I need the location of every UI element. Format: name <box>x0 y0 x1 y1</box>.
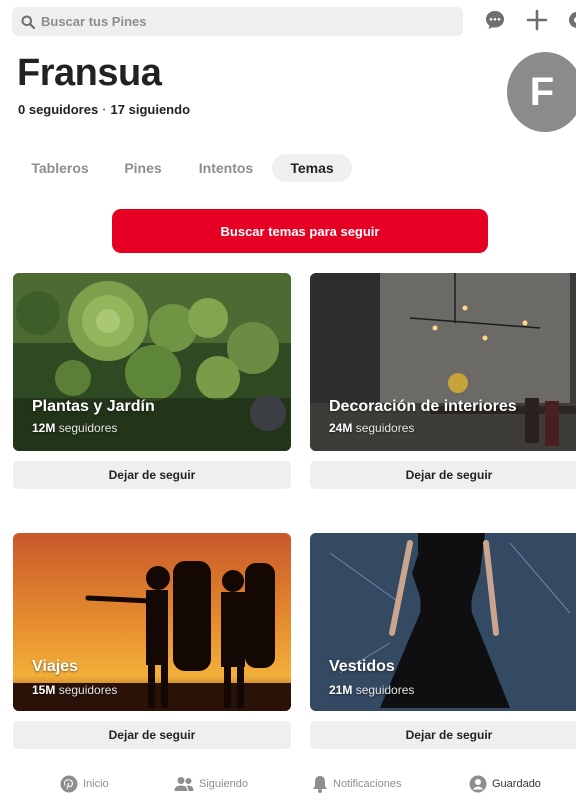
plus-icon[interactable] <box>526 9 548 31</box>
topic-followers: 21M seguidores <box>329 683 414 697</box>
topic-title: Viajes <box>32 658 78 675</box>
topic-title: Decoración de interiores <box>329 398 517 415</box>
follow-stats: 0 seguidores · 17 siguiendo <box>18 102 190 117</box>
unfollow-button-plants[interactable]: Dejar de seguir <box>13 461 291 489</box>
avatar[interactable]: F <box>507 52 576 132</box>
topic-title: Plantas y Jardín <box>32 398 155 415</box>
separator: · <box>102 102 107 117</box>
unfollow-button-dresses[interactable]: Dejar de seguir <box>310 721 576 749</box>
profile-name: Fransua <box>17 52 162 94</box>
settings-icon[interactable] <box>566 9 576 31</box>
nav-label: Notificaciones <box>333 777 402 790</box>
people-icon <box>174 776 194 791</box>
profile-tabs: Tableros Pines Intentos Temas <box>0 154 576 182</box>
topic-followers: 15M seguidores <box>32 683 117 697</box>
nav-label: Guardado <box>492 777 541 790</box>
topic-followers-label: seguidores <box>355 421 415 435</box>
topic-card-travel[interactable]: Viajes 15M seguidores <box>13 533 291 711</box>
pinterest-icon <box>60 775 78 792</box>
tab-intentos[interactable]: Intentos <box>188 154 264 182</box>
topic-followers-count: 12M <box>32 421 56 435</box>
message-icon[interactable] <box>484 9 506 31</box>
topic-followers-count: 24M <box>329 421 353 435</box>
tab-temas[interactable]: Temas <box>272 154 352 182</box>
nav-label: Siguiendo <box>199 777 248 790</box>
tab-pines[interactable]: Pines <box>114 154 172 182</box>
bottom-nav: Inicio Siguiendo Notificaciones Guardado <box>0 770 576 797</box>
search-placeholder: Buscar tus Pines <box>41 14 147 29</box>
topic-followers: 12M seguidores <box>32 421 117 435</box>
nav-item-notificaciones[interactable]: Notificaciones <box>312 770 401 797</box>
topic-card-interiors[interactable]: Decoración de interiores 24M seguidores <box>310 273 576 451</box>
topic-card-dresses[interactable]: Vestidos 21M seguidores <box>310 533 576 711</box>
nav-item-siguiendo[interactable]: Siguiendo <box>174 770 248 797</box>
find-topics-button[interactable]: Buscar temas para seguir <box>112 209 488 253</box>
search-input[interactable]: Buscar tus Pines <box>12 7 463 36</box>
tab-tableros[interactable]: Tableros <box>22 154 98 182</box>
profile-icon <box>469 775 487 792</box>
topic-followers-label: seguidores <box>58 421 118 435</box>
bell-icon <box>313 775 327 793</box>
topic-followers-count: 15M <box>32 683 56 697</box>
followers-count[interactable]: 0 seguidores <box>18 102 98 117</box>
nav-label: Inicio <box>83 777 109 790</box>
following-count[interactable]: 17 siguiendo <box>111 102 190 117</box>
topic-followers-label: seguidores <box>58 683 118 697</box>
search-icon <box>21 15 35 29</box>
topic-followers: 24M seguidores <box>329 421 414 435</box>
topic-followers-label: seguidores <box>355 683 415 697</box>
topic-title: Vestidos <box>329 658 395 675</box>
topic-followers-count: 21M <box>329 683 353 697</box>
nav-item-inicio[interactable]: Inicio <box>60 770 109 797</box>
unfollow-button-interiors[interactable]: Dejar de seguir <box>310 461 576 489</box>
unfollow-button-travel[interactable]: Dejar de seguir <box>13 721 291 749</box>
nav-item-guardado[interactable]: Guardado <box>469 770 541 797</box>
topic-card-plants[interactable]: Plantas y Jardín 12M seguidores <box>13 273 291 451</box>
